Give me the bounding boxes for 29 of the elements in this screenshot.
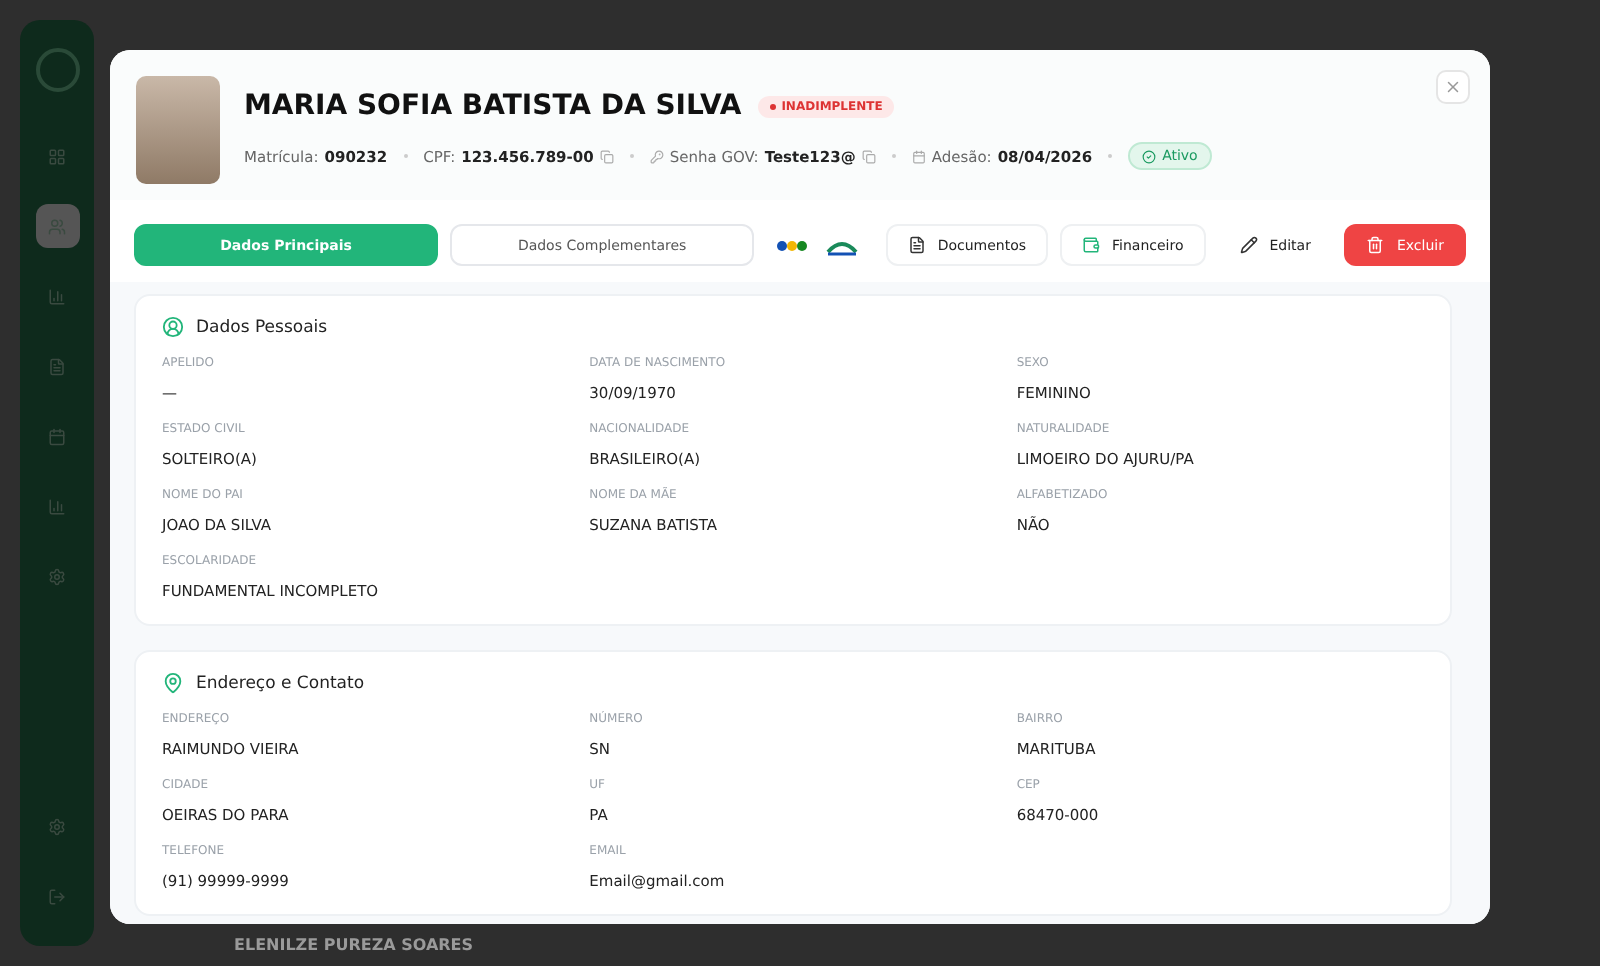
trash-icon bbox=[1366, 236, 1385, 254]
calendar-icon bbox=[48, 427, 66, 445]
document-icon bbox=[907, 236, 926, 254]
settings-icon bbox=[48, 817, 66, 835]
pencil-icon bbox=[1239, 236, 1258, 254]
logout-icon bbox=[48, 887, 66, 905]
close-button[interactable] bbox=[1436, 70, 1470, 104]
copy-icon[interactable] bbox=[861, 149, 876, 163]
grid-icon bbox=[48, 147, 66, 165]
copy-icon[interactable] bbox=[599, 149, 614, 163]
check-icon bbox=[1142, 149, 1157, 163]
settings-icon bbox=[48, 567, 66, 585]
user-icon bbox=[162, 316, 184, 338]
location-pin-icon bbox=[162, 672, 184, 694]
client-name: MARIA SOFIA BATISTA DA SILVA bbox=[244, 90, 742, 122]
document-icon bbox=[48, 357, 66, 375]
bar-chart-icon bbox=[48, 287, 66, 305]
key-icon bbox=[649, 149, 664, 163]
section-title: Endereço e Contato bbox=[196, 673, 365, 693]
wallet-icon bbox=[1082, 236, 1101, 254]
client-name: ELENILZE PUREZA SOARES bbox=[234, 936, 476, 954]
section-title: Dados Pessoais bbox=[196, 317, 328, 337]
users-icon bbox=[48, 217, 66, 235]
calendar-icon bbox=[911, 149, 926, 163]
bar-chart-icon bbox=[48, 497, 66, 515]
sidebar-item[interactable] bbox=[35, 204, 79, 248]
logo-icon bbox=[35, 48, 79, 92]
photo-placeholder bbox=[136, 76, 220, 184]
close-icon bbox=[1444, 78, 1462, 96]
